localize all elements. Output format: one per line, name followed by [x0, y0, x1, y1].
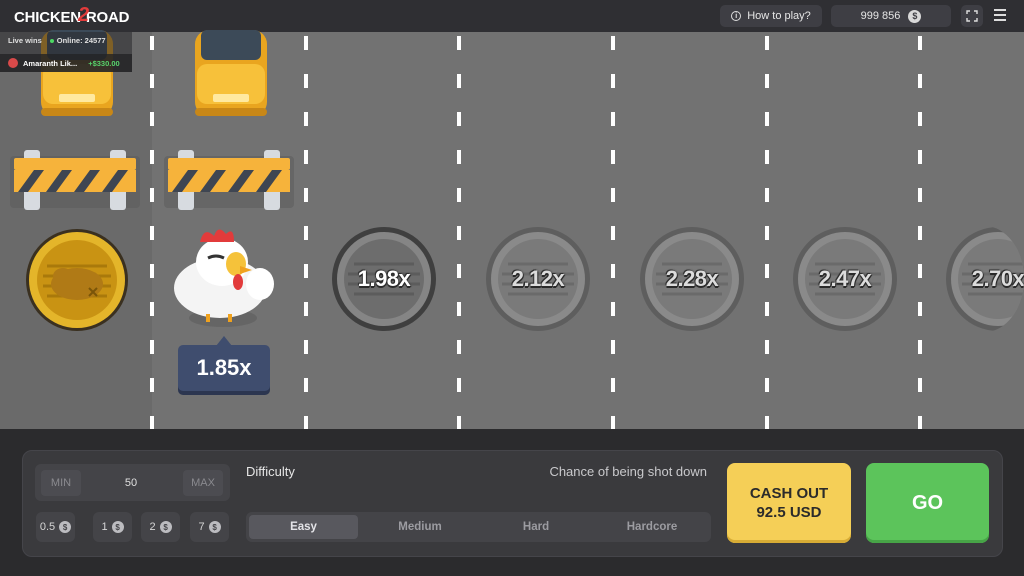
difficulty-option-hardcore[interactable]: Hardcore	[597, 515, 707, 539]
manhole-lane-4[interactable]: 2.47x	[792, 226, 898, 332]
chance-label: Chance of being shot down	[549, 464, 707, 479]
chip-value: 0.5	[39, 521, 56, 533]
manhole-lane-1[interactable]: 1.98x	[331, 226, 437, 332]
go-button[interactable]: GO	[866, 463, 989, 543]
difficulty-label: Difficulty	[246, 464, 295, 479]
bet-amount-input[interactable]: 50	[111, 470, 151, 496]
live-wins-title: Live wins	[8, 36, 42, 45]
quick-bet-chip[interactable]: 1 $	[93, 512, 132, 542]
multiplier-label: 2.12x	[511, 266, 565, 291]
cash-out-amount: 92.5 USD	[756, 504, 822, 521]
manhole-lane-5[interactable]: 2.70x	[945, 226, 1024, 332]
manhole-lane-2[interactable]: 2.12x	[485, 226, 591, 332]
multiplier-label: 1.98x	[357, 266, 411, 291]
bet-min-button[interactable]: MIN	[41, 470, 81, 496]
live-wins-header: Live wins Online: 24577	[8, 36, 106, 45]
difficulty-option-easy[interactable]: Easy	[249, 515, 358, 539]
lane-divider	[765, 32, 769, 429]
fullscreen-button[interactable]	[961, 5, 983, 27]
multiplier-label: 2.28x	[665, 266, 719, 291]
info-icon: i	[731, 11, 742, 21]
dollar-coin-icon: $	[159, 521, 172, 533]
difficulty-option-medium[interactable]: Medium	[365, 515, 475, 539]
quick-bet-chip[interactable]: 7 $	[190, 512, 229, 542]
quick-bet-chip[interactable]: 2 $	[141, 512, 180, 542]
game-logo: CHICKEN 2 ROAD	[14, 3, 130, 28]
lane-divider	[918, 32, 922, 429]
win-amount: +$330.00	[88, 58, 120, 68]
cash-out-button[interactable]: CASH OUT 92.5 USD	[727, 463, 851, 543]
fullscreen-icon	[966, 10, 978, 22]
chip-value: 1	[101, 521, 108, 533]
multiplier-label: 2.70x	[971, 266, 1024, 291]
current-multiplier-tag: 1.85x	[178, 336, 270, 391]
hamburger-menu-icon	[994, 9, 1006, 11]
online-count: Online: 24577	[49, 36, 106, 45]
quick-bet-chip[interactable]: 0.5 $	[36, 512, 75, 542]
how-to-play-label: How to play?	[747, 10, 811, 22]
live-win-entry: Amaranth Lik... +$330.00	[0, 54, 132, 72]
avatar	[8, 58, 18, 68]
lane-divider	[304, 32, 308, 429]
manhole-lane-3[interactable]: 2.28x	[639, 226, 745, 332]
logo-word-chicken: CHICKEN	[14, 8, 81, 26]
cash-out-label: CASH OUT	[749, 485, 829, 502]
live-wins-panel: Live wins Online: 24577 Amaranth Lik... …	[0, 32, 132, 72]
lane-divider	[457, 32, 461, 429]
menu-button[interactable]	[994, 9, 1008, 23]
chip-value: 2	[149, 521, 156, 533]
chicken-icon	[174, 229, 274, 327]
multiplier-label: 2.47x	[818, 266, 872, 291]
car-icon	[195, 30, 267, 116]
how-to-play-button[interactable]: i How to play?	[720, 5, 822, 27]
dollar-coin-icon: $	[111, 521, 124, 533]
dollar-coin-icon: $	[208, 521, 221, 533]
dollar-coin-icon: $	[908, 9, 922, 23]
online-dot-icon	[49, 39, 54, 43]
chip-value: 7	[198, 521, 205, 533]
winner-name: Amaranth Lik...	[23, 58, 78, 68]
barrier-icon	[164, 150, 294, 210]
barrier-icon	[10, 150, 140, 210]
difficulty-option-hard[interactable]: Hard	[481, 515, 591, 539]
dollar-coin-icon: $	[59, 521, 72, 533]
roast-chicken-icon	[26, 229, 128, 331]
balance-display: 999 856 $	[831, 5, 951, 27]
balance-value: 999 856	[860, 10, 901, 22]
bet-max-button[interactable]: MAX	[183, 470, 223, 496]
logo-number: 2	[77, 3, 89, 26]
logo-word-road: ROAD	[85, 8, 130, 26]
lane-divider	[150, 32, 154, 429]
lane-divider	[611, 32, 615, 429]
top-bar: CHICKEN 2 ROAD i How to play? 999 856 $	[0, 0, 1024, 32]
